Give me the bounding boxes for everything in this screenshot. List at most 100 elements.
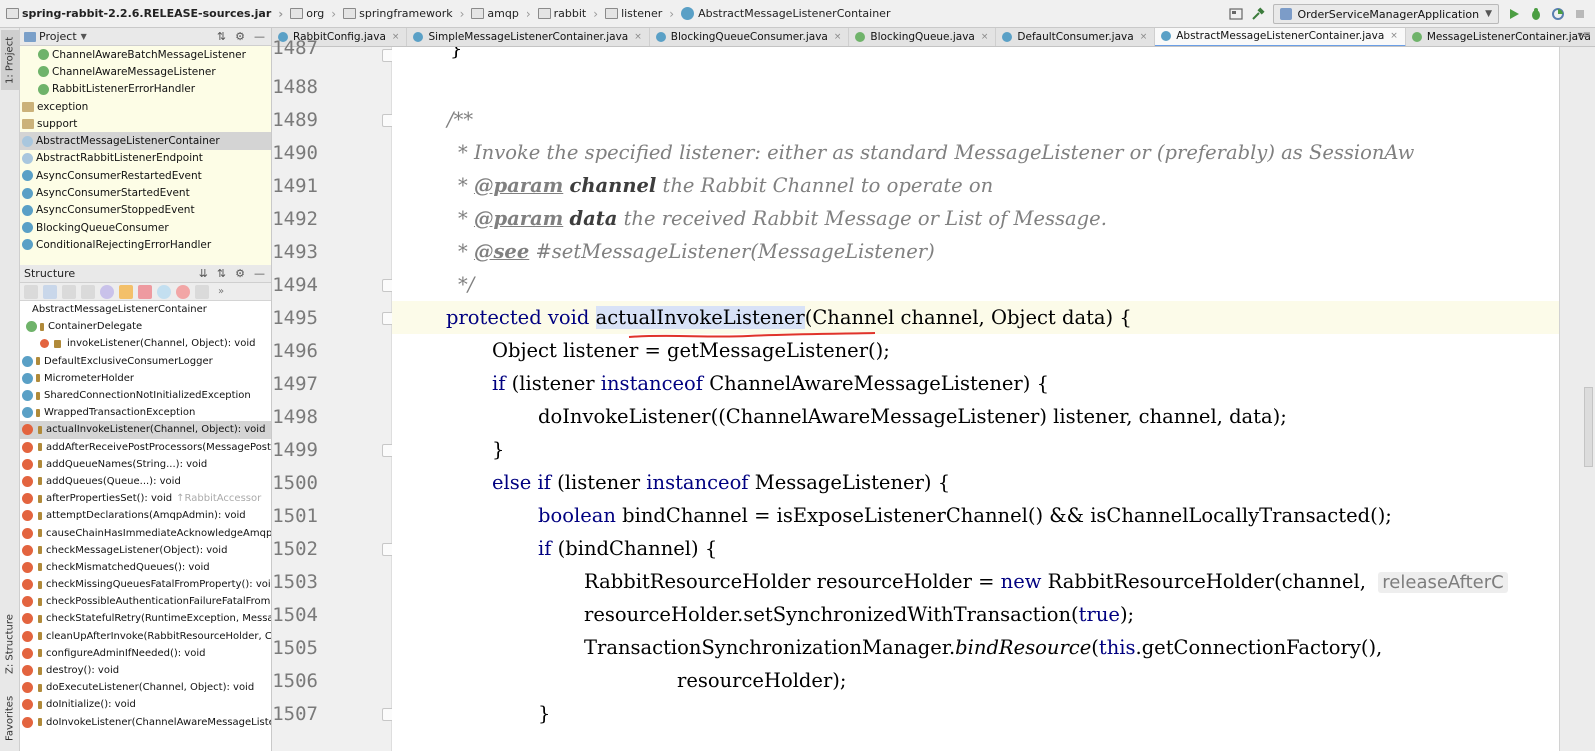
- structure-tree-item[interactable]: ContainerDelegate: [20, 318, 271, 335]
- more-icon[interactable]: »: [218, 286, 224, 297]
- structure-tree-item[interactable]: cleanUpAfterInvoke(RabbitResourceHolder,…: [20, 628, 271, 645]
- close-icon[interactable]: ×: [1390, 31, 1398, 41]
- structure-tree-item-selected[interactable]: actualInvokeListener(Channel, Object): v…: [20, 421, 271, 439]
- tab-overflow-menu-icon[interactable]: ▾≡: [1578, 30, 1591, 41]
- expand-all-icon[interactable]: ⇊: [199, 267, 208, 280]
- favorites-tool-tab[interactable]: Favorites: [1, 690, 19, 746]
- structure-tree-item[interactable]: invokeListener(Channel, Object): void: [20, 335, 271, 352]
- project-tree-item[interactable]: RabbitListenerErrorHandler: [20, 81, 271, 98]
- show-inherited-icon[interactable]: [62, 284, 76, 299]
- lock-icon: [38, 546, 42, 555]
- show-anonymous-icon[interactable]: [138, 284, 152, 299]
- structure-tree-item[interactable]: causeChainHasImmediateAcknowledgeAmqpE: [20, 524, 271, 541]
- comment-text: */: [458, 273, 475, 296]
- show-properties-icon[interactable]: [81, 284, 95, 299]
- structure-tree-item[interactable]: SharedConnectionNotInitializedException: [20, 387, 271, 404]
- build-hammer-icon[interactable]: [1251, 7, 1266, 21]
- structure-tree-item[interactable]: afterPropertiesSet(): void ↑RabbitAccess…: [20, 490, 271, 507]
- tab-defaultconsumer[interactable]: DefaultConsumer.java ×: [996, 28, 1156, 46]
- breadcrumb-jar[interactable]: spring-rabbit-2.2.6.RELEASE-sources.jar …: [6, 4, 290, 24]
- structure-tree-item[interactable]: AbstractMessageListenerContainer: [20, 301, 271, 318]
- chevron-down-icon[interactable]: ▼: [81, 32, 87, 41]
- line-number: 1491: [272, 175, 318, 197]
- hide-panel-icon[interactable]: —: [254, 30, 265, 43]
- structure-tree-item[interactable]: attemptDeclarations(AmqpAdmin): void: [20, 507, 271, 524]
- project-tree-item[interactable]: AsyncConsumerStartedEvent: [20, 184, 271, 201]
- project-panel-header: Project ▼ ⇅ ⚙ —: [20, 28, 271, 46]
- structure-tree-item[interactable]: checkMismatchedQueues(): void: [20, 559, 271, 576]
- tab-blockingqueue[interactable]: BlockingQueue.java ×: [849, 28, 997, 46]
- breadcrumb-class[interactable]: AbstractMessageListenerContainer: [681, 4, 890, 24]
- method-icon: [22, 424, 33, 436]
- structure-tree-item[interactable]: addQueues(Queue...): void: [20, 473, 271, 490]
- structure-tree-item[interactable]: doExecuteListener(Channel, Object): void: [20, 679, 271, 696]
- project-tree-item[interactable]: AsyncConsumerStoppedEvent: [20, 202, 271, 219]
- structure-tree-item[interactable]: destroy(): void: [20, 662, 271, 679]
- structure-tree-item[interactable]: checkStatefulRetry(RuntimeException, Mes…: [20, 610, 271, 627]
- class-icon: [22, 204, 33, 216]
- close-icon[interactable]: ×: [834, 32, 842, 42]
- project-tree-item[interactable]: AbstractRabbitListenerEndpoint: [20, 150, 271, 167]
- project-structure-icon[interactable]: [1229, 7, 1244, 21]
- structure-tree-item[interactable]: checkMissingQueuesFatalFromProperty(): v…: [20, 576, 271, 593]
- gear-icon[interactable]: ⚙: [235, 267, 245, 280]
- autoscroll-icon[interactable]: [176, 284, 190, 299]
- expand-icon[interactable]: [195, 284, 209, 299]
- right-panel-handle[interactable]: [1584, 387, 1593, 467]
- show-non-public-icon[interactable]: [119, 284, 133, 299]
- structure-tree-item[interactable]: addQueueNames(String...): void: [20, 456, 271, 473]
- close-icon[interactable]: ×: [392, 32, 400, 42]
- comment-text: /**: [447, 108, 474, 131]
- close-icon[interactable]: ×: [634, 32, 642, 42]
- structure-tree-item[interactable]: checkMessageListener(Object): void: [20, 542, 271, 559]
- project-panel-title[interactable]: Project: [39, 30, 77, 43]
- breadcrumb-rabbit[interactable]: rabbit ›: [537, 4, 605, 24]
- structure-tree-item[interactable]: DefaultExclusiveConsumerLogger: [20, 353, 271, 370]
- project-tree-item[interactable]: exception: [20, 98, 271, 115]
- sort-alphabetically-icon[interactable]: [43, 284, 57, 299]
- tab-blockingqueueconsumer[interactable]: BlockingQueueConsumer.java ×: [649, 28, 850, 46]
- structure-tree-item[interactable]: doInvokeListener(ChannelAwareMessageList…: [20, 714, 271, 731]
- structure-tree-item[interactable]: MicrometerHolder: [20, 370, 271, 387]
- project-tree-item[interactable]: ChannelAwareMessageListener: [20, 63, 271, 80]
- tab-messagelistenercontainer[interactable]: MessageListenerContainer.java ×: [1405, 28, 1595, 46]
- project-tree-item[interactable]: ChannelAwareBatchMessageListener: [20, 46, 271, 63]
- run-configuration-selector[interactable]: OrderServiceManagerApplication ▼: [1273, 4, 1499, 24]
- keyword: this: [1098, 636, 1136, 659]
- collapse-all-icon[interactable]: ⇅: [217, 267, 226, 280]
- structure-tree-item[interactable]: checkPossibleAuthenticationFailureFatalF…: [20, 593, 271, 610]
- tab-simplemessagelistenercontainer[interactable]: SimpleMessageListenerContainer.java ×: [407, 28, 650, 46]
- tab-abstractmessagelistenercontainer[interactable]: AbstractMessageListenerContainer.java ×: [1155, 28, 1406, 46]
- project-tree-item[interactable]: BlockingQueueConsumer: [20, 219, 271, 236]
- project-tree-item[interactable]: ConditionalRejectingErrorHandler: [20, 236, 271, 253]
- structure-tree-item[interactable]: configureAdminIfNeeded(): void: [20, 645, 271, 662]
- run-icon[interactable]: [1507, 7, 1521, 21]
- structure-tree-item[interactable]: doInitialize(): void: [20, 696, 271, 713]
- stop-icon[interactable]: [1573, 7, 1587, 21]
- structure-tool-tab[interactable]: Z: Structure: [1, 613, 19, 675]
- breadcrumb-org[interactable]: org ›: [290, 4, 343, 24]
- gear-icon[interactable]: ⚙: [235, 30, 245, 43]
- close-icon[interactable]: ×: [1140, 32, 1148, 42]
- show-lambdas-icon[interactable]: [157, 284, 171, 299]
- code-editor[interactable]: } /** * Invoke the specified listener: e…: [392, 47, 1559, 751]
- project-tool-tab[interactable]: 1: Project: [1, 30, 19, 90]
- structure-tree-item[interactable]: WrappedTransactionException: [20, 404, 271, 421]
- project-tree-item[interactable]: support: [20, 115, 271, 132]
- debug-icon[interactable]: [1529, 7, 1543, 21]
- method-name-selected[interactable]: actualInvokeListener: [595, 306, 805, 329]
- structure-tree-item[interactable]: addAfterReceivePostProcessors(MessagePos…: [20, 439, 271, 456]
- package-icon: [22, 118, 34, 129]
- breadcrumb-springframework[interactable]: springframework ›: [343, 4, 471, 24]
- collapse-all-icon[interactable]: ⇅: [217, 30, 226, 43]
- hide-panel-icon[interactable]: —: [254, 267, 265, 280]
- project-tree-item-selected[interactable]: AbstractMessageListenerContainer: [20, 132, 271, 150]
- breadcrumb-listener[interactable]: listener ›: [605, 4, 681, 24]
- close-icon[interactable]: ×: [981, 32, 989, 42]
- project-tree-item[interactable]: AsyncConsumerRestartedEvent: [20, 167, 271, 184]
- show-fields-icon[interactable]: [100, 284, 114, 299]
- breadcrumb-amqp[interactable]: amqp ›: [471, 4, 537, 24]
- sort-by-type-icon[interactable]: [24, 284, 38, 299]
- lock-icon: [38, 597, 42, 606]
- coverage-icon[interactable]: [1551, 7, 1565, 21]
